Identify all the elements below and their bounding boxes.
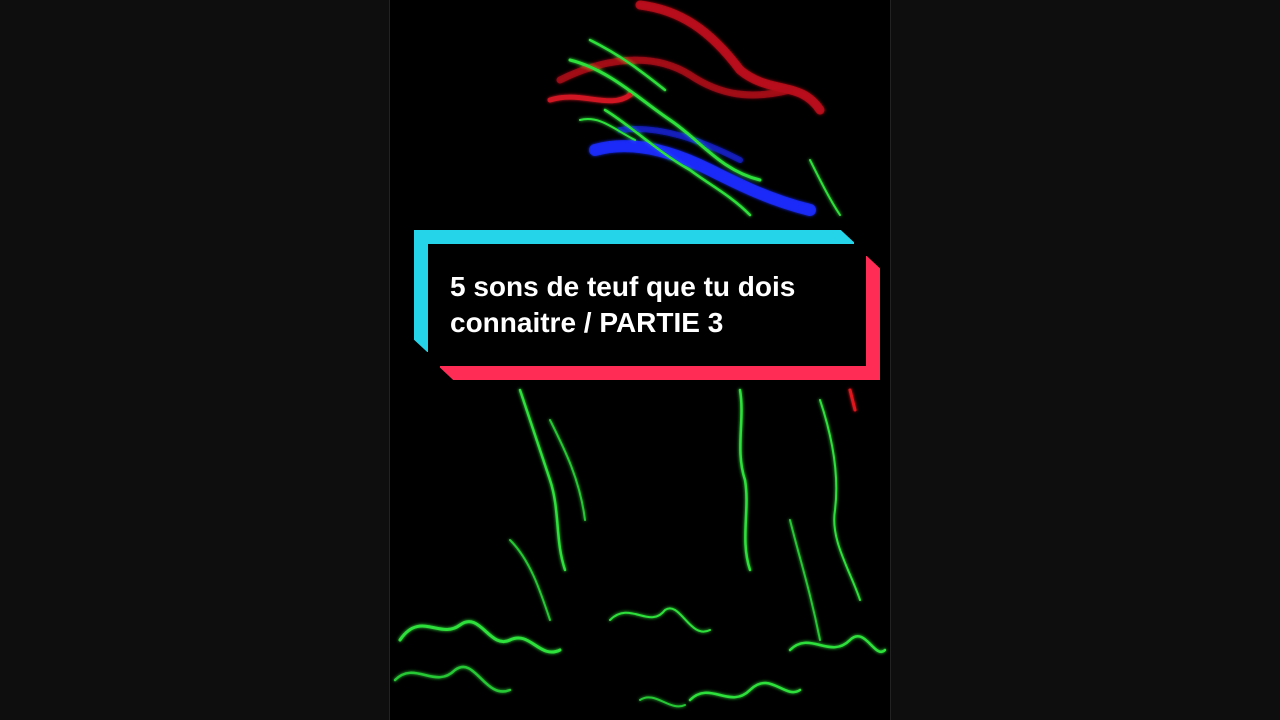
title-card-panel: 5 sons de teuf que tu dois connaitre / P… [428,244,866,366]
video-title: 5 sons de teuf que tu dois connaitre / P… [450,271,796,338]
video-frame[interactable]: 5 sons de teuf que tu dois connaitre / P… [390,0,890,720]
title-card: 5 sons de teuf que tu dois connaitre / P… [414,230,880,380]
player-stage: 5 sons de teuf que tu dois connaitre / P… [0,0,1280,720]
